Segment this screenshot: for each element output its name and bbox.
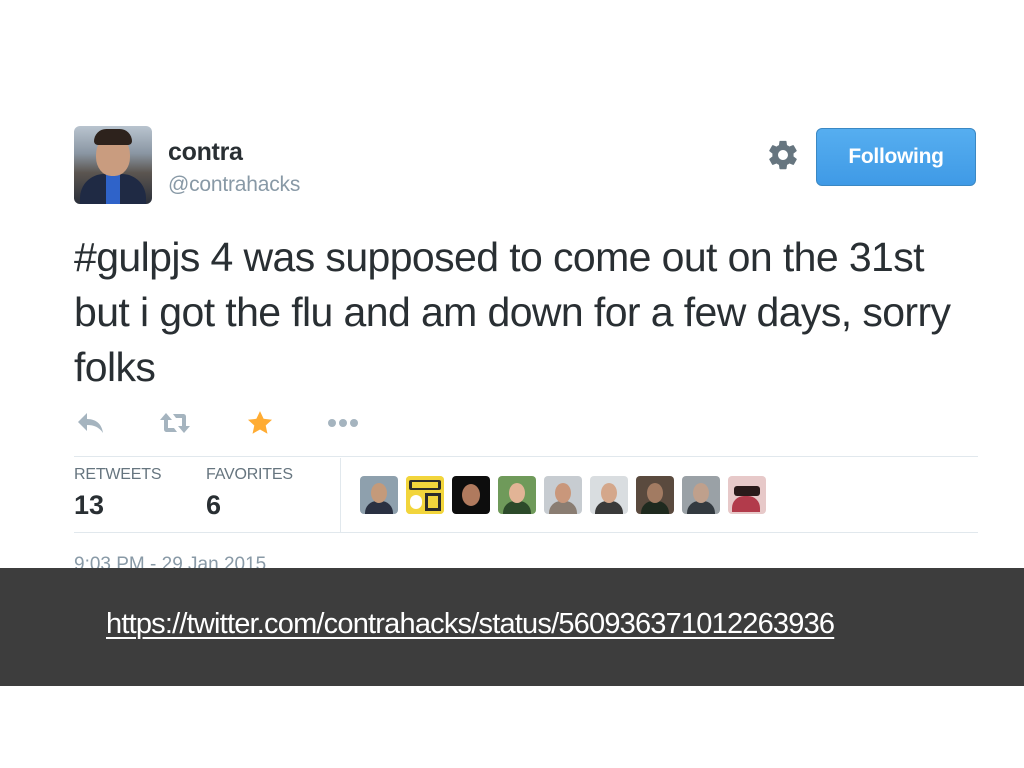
avatar-collar-shape bbox=[106, 174, 120, 204]
retweets-label: RETWEETS bbox=[74, 466, 162, 483]
favoriter-avatar-8[interactable] bbox=[682, 476, 720, 514]
favoriter-avatar-9[interactable] bbox=[728, 476, 766, 514]
favorites-stat[interactable]: FAVORITES 6 bbox=[206, 466, 293, 521]
following-button[interactable]: Following bbox=[816, 128, 976, 186]
tweet-card: contra @contrahacks Following #gulpjs 4 … bbox=[74, 126, 978, 575]
retweets-stat[interactable]: RETWEETS 13 bbox=[74, 466, 161, 521]
divider-top bbox=[74, 456, 978, 457]
more-button[interactable] bbox=[326, 408, 360, 438]
avatar-hair-shape bbox=[94, 129, 132, 145]
favoriter-avatar-4[interactable] bbox=[498, 476, 536, 514]
tweet-text: #gulpjs 4 was supposed to come out on th… bbox=[74, 234, 951, 390]
tweet-stats: RETWEETS 13 FAVORITES 6 bbox=[74, 458, 978, 532]
divider-bottom bbox=[74, 532, 978, 533]
favoriter-avatar-7[interactable] bbox=[636, 476, 674, 514]
favoriter-avatar-1[interactable] bbox=[360, 476, 398, 514]
tweet-header: contra @contrahacks Following bbox=[74, 126, 978, 206]
favorites-count: 6 bbox=[206, 490, 222, 520]
favorite-button[interactable] bbox=[246, 408, 274, 438]
retweet-button[interactable] bbox=[158, 408, 192, 438]
user-handle[interactable]: @contrahacks bbox=[168, 173, 300, 197]
more-icon bbox=[328, 419, 358, 427]
user-name[interactable]: contra bbox=[168, 138, 243, 167]
retweet-icon bbox=[160, 413, 190, 433]
midwest-js-logo-icon bbox=[406, 476, 444, 514]
avatar[interactable] bbox=[74, 126, 152, 204]
tweet-actions bbox=[74, 408, 394, 442]
favorites-label: FAVORITES bbox=[206, 466, 293, 483]
stats-separator bbox=[340, 458, 341, 532]
favoriter-avatar-6[interactable] bbox=[590, 476, 628, 514]
favoriter-avatar-2[interactable] bbox=[406, 476, 444, 514]
star-icon bbox=[247, 411, 273, 434]
favoriter-avatar-5[interactable] bbox=[544, 476, 582, 514]
url-banner: https://twitter.com/contrahacks/status/5… bbox=[0, 568, 1024, 686]
retweets-count: 13 bbox=[74, 490, 105, 520]
tweet-url-link[interactable]: https://twitter.com/contrahacks/status/5… bbox=[106, 608, 835, 641]
reply-button[interactable] bbox=[76, 408, 106, 438]
favoriter-avatar-3[interactable] bbox=[452, 476, 490, 514]
favoriter-avatars bbox=[360, 476, 766, 514]
reply-icon bbox=[78, 413, 103, 433]
gear-icon[interactable] bbox=[766, 138, 800, 172]
